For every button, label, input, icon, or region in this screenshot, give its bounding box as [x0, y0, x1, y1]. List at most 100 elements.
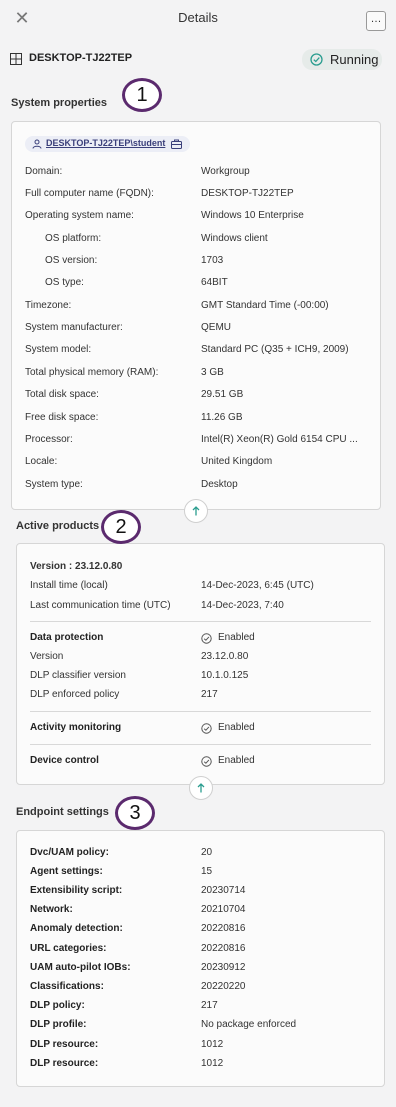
briefcase-icon	[171, 139, 182, 149]
endpoint-value: 20210704	[201, 904, 246, 915]
sysprop-label-os-platform: OS platform:	[45, 233, 102, 244]
divider	[30, 744, 371, 745]
endpoint-value: 20	[201, 847, 213, 858]
endpoint-value: 20220816	[201, 923, 246, 934]
dlp-enforced-policy-label: DLP enforced policy	[30, 689, 120, 700]
sysprop-value-processor: Intel(R) Xeon(R) Gold 6154 CPU ...	[201, 434, 358, 445]
endpoint-label: DLP profile:	[30, 1019, 87, 1030]
endpoint-value: 20230912	[201, 962, 246, 973]
check-circle-icon	[201, 633, 212, 644]
sysprop-label-manufacturer: System manufacturer:	[25, 322, 123, 333]
sysprop-label-timezone: Timezone:	[25, 300, 72, 311]
sysprop-label-ram: Total physical memory (RAM):	[25, 367, 159, 378]
collapse-system-properties-button[interactable]	[184, 499, 208, 523]
divider	[30, 621, 371, 622]
activity-monitoring-status: Enabled	[218, 722, 255, 733]
callout-3: 3	[115, 796, 155, 830]
sysprop-value-domain: Workgroup	[201, 166, 250, 177]
sysprop-value-ram: 3 GB	[201, 367, 224, 378]
user-chip[interactable]: DESKTOP-TJ22TEP\student	[25, 136, 190, 152]
endpoint-value: 217	[201, 1000, 218, 1011]
sysprop-label-os-name: Operating system name:	[25, 210, 134, 221]
sysprop-label-system-type: System type:	[25, 479, 83, 490]
endpoint-label: URL categories:	[30, 943, 107, 954]
endpoint-value: No package enforced	[201, 1019, 297, 1030]
data-protection-status: Enabled	[218, 632, 255, 643]
dlp-classifier-label: DLP classifier version	[30, 670, 126, 681]
system-properties-card	[11, 121, 381, 510]
endpoint-label: Anomaly detection:	[30, 923, 123, 934]
check-circle-icon	[310, 53, 323, 66]
user-icon	[32, 139, 42, 149]
endpoint-label: UAM auto-pilot IOBs:	[30, 962, 131, 973]
user-link[interactable]: DESKTOP-TJ22TEP\student	[46, 138, 165, 148]
endpoint-value: 20230714	[201, 885, 246, 896]
sysprop-label-free-disk: Free disk space:	[25, 412, 99, 423]
sysprop-label-total-disk: Total disk space:	[25, 389, 99, 400]
status-label: Running	[330, 52, 379, 67]
endpoint-value: 1012	[201, 1058, 224, 1069]
arrow-up-icon	[197, 783, 205, 793]
panel-header: ✕ Details …	[0, 0, 396, 36]
sysprop-label-model: System model:	[25, 344, 92, 355]
install-time-value: 14-Dec-2023, 6:45 (UTC)	[201, 580, 314, 591]
sysprop-value-locale: United Kingdom	[201, 456, 273, 467]
sysprop-value-os-platform: Windows client	[201, 233, 268, 244]
endpoint-value: 15	[201, 866, 213, 877]
endpoint-value: 20220816	[201, 943, 246, 954]
dp-version-value: 23.12.0.80	[201, 651, 249, 662]
collapse-active-products-button[interactable]	[189, 776, 213, 800]
check-circle-icon	[201, 756, 212, 767]
sysprop-value-os-name: Windows 10 Enterprise	[201, 210, 304, 221]
device-control-label: Device control	[30, 755, 99, 766]
sysprop-label-locale: Locale:	[25, 456, 58, 467]
more-options-button[interactable]: …	[366, 11, 386, 31]
status-badge: Running	[302, 49, 382, 70]
endpoint-label: DLP resource:	[30, 1039, 99, 1050]
endpoint-label: Agent settings:	[30, 866, 103, 877]
sysprop-value-fqdn: DESKTOP-TJ22TEP	[201, 188, 294, 199]
dp-version-label: Version	[30, 651, 64, 662]
active-products-title: Active products	[16, 520, 100, 532]
callout-1: 1	[122, 78, 162, 112]
dlp-classifier-value: 10.1.0.125	[201, 670, 249, 681]
sysprop-value-total-disk: 29.51 GB	[201, 389, 244, 400]
endpoint-label: Extensibility script:	[30, 885, 123, 896]
sysprop-value-os-type: 64BIT	[201, 277, 228, 288]
device-control-status: Enabled	[218, 755, 255, 766]
data-protection-label: Data protection	[30, 632, 104, 643]
last-communication-label: Last communication time (UTC)	[30, 600, 171, 611]
install-time-label: Install time (local)	[30, 580, 108, 591]
sysprop-label-os-type: OS type:	[45, 277, 84, 288]
endpoint-value: 20220220	[201, 981, 246, 992]
product-version-line: Version : 23.12.0.80	[30, 561, 123, 572]
sysprop-value-timezone: GMT Standard Time (-00:00)	[201, 300, 329, 311]
check-circle-icon	[201, 723, 212, 734]
sysprop-value-system-type: Desktop	[201, 479, 238, 490]
sysprop-label-fqdn: Full computer name (FQDN):	[25, 188, 154, 199]
sysprop-label-domain: Domain:	[25, 166, 63, 177]
endpoint-label: DLP policy:	[30, 1000, 85, 1011]
endpoint-label: DLP resource:	[30, 1058, 99, 1069]
callout-2: 2	[101, 510, 141, 544]
panel-title: Details	[178, 10, 218, 25]
endpoint-settings-title: Endpoint settings	[16, 806, 109, 818]
sysprop-value-os-version: 1703	[201, 255, 224, 266]
device-name: DESKTOP-TJ22TEP	[29, 52, 133, 64]
system-properties-title: System properties	[11, 97, 107, 109]
endpoint-label: Dvc/UAM policy:	[30, 847, 109, 858]
sysprop-value-model: Standard PC (Q35 + ICH9, 2009)	[201, 344, 349, 355]
sysprop-label-os-version: OS version:	[45, 255, 98, 266]
endpoint-label: Classifications:	[30, 981, 104, 992]
sysprop-value-manufacturer: QEMU	[201, 322, 231, 333]
dlp-enforced-policy-value: 217	[201, 689, 218, 700]
endpoint-label: Network:	[30, 904, 73, 915]
arrow-up-icon	[192, 506, 200, 516]
endpoint-value: 1012	[201, 1039, 224, 1050]
divider	[30, 711, 371, 712]
sysprop-label-processor: Processor:	[25, 434, 73, 445]
sysprop-value-free-disk: 11.26 GB	[201, 412, 243, 423]
last-communication-value: 14-Dec-2023, 7:40	[201, 600, 284, 611]
activity-monitoring-label: Activity monitoring	[30, 722, 122, 733]
windows-icon	[10, 53, 22, 65]
